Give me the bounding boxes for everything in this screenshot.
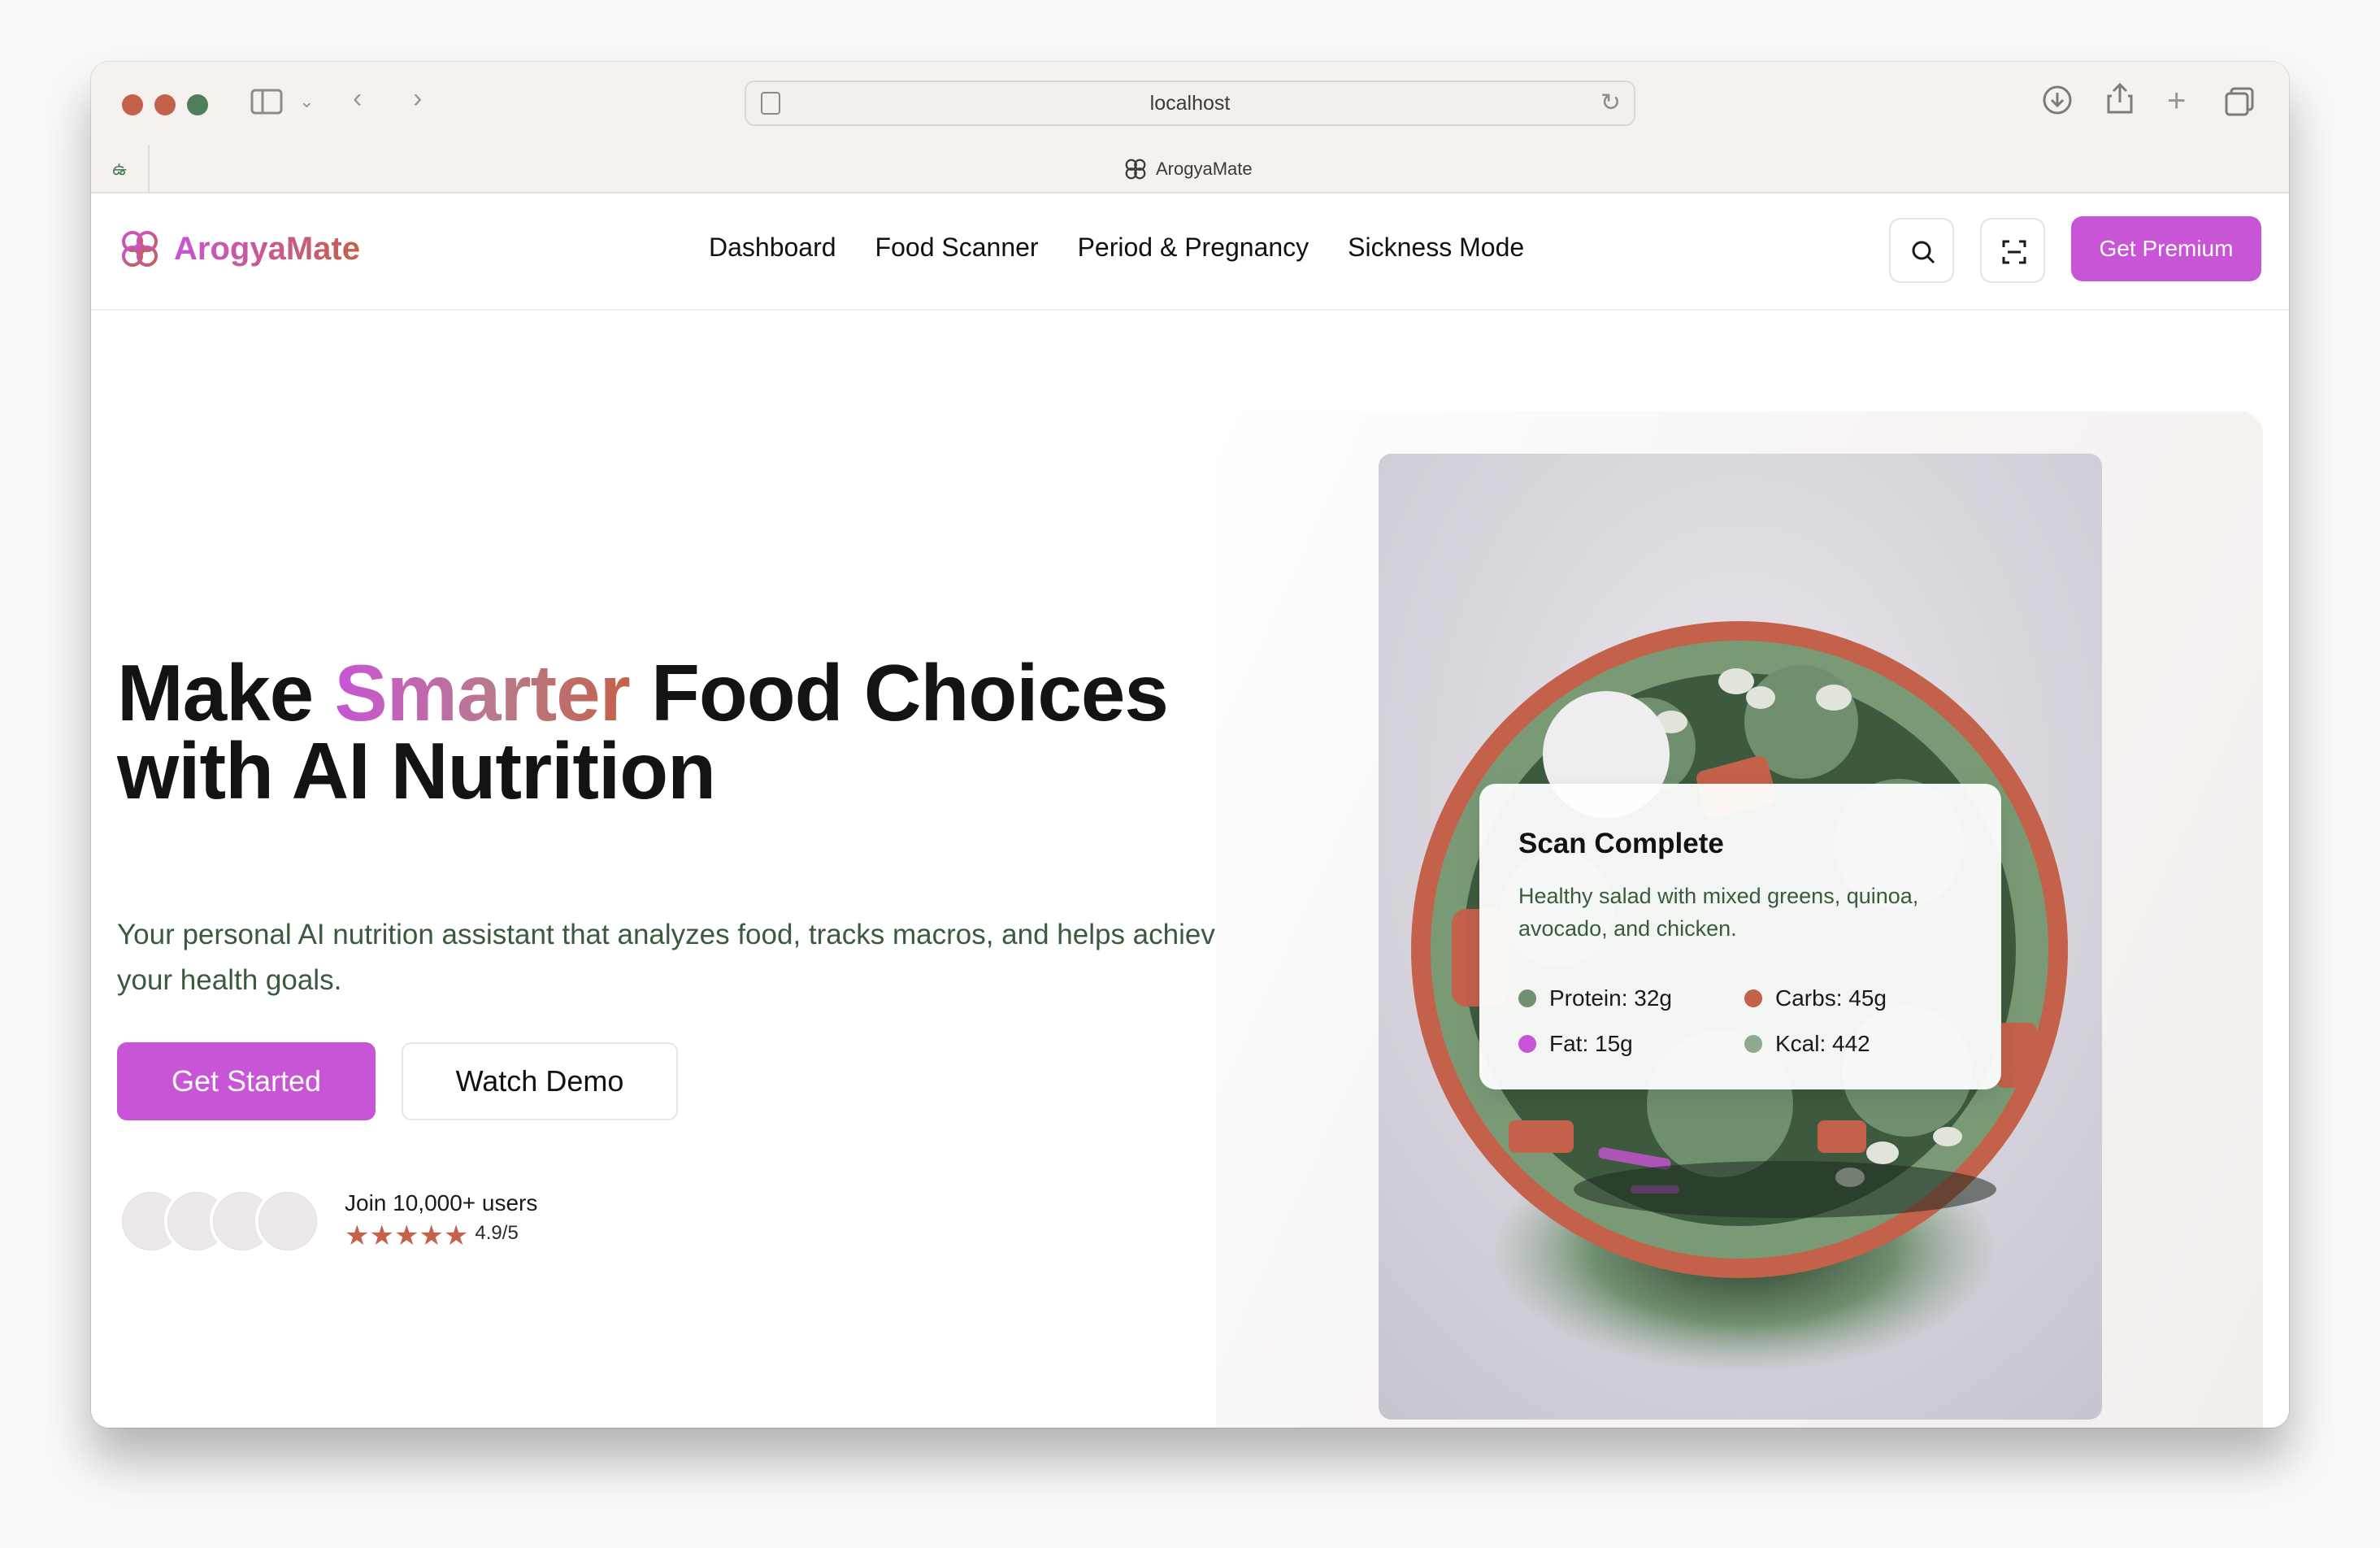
minimize-window-button[interactable]	[154, 94, 176, 115]
headline-line2: with AI Nutrition	[117, 726, 716, 815]
headline-highlight: Smarter	[334, 648, 630, 737]
star-rating-icon: ★★★★★	[345, 1220, 469, 1251]
nav-food-scanner[interactable]: Food Scanner	[875, 233, 1039, 263]
user-avatars	[119, 1189, 322, 1254]
tab-bar: ఉ ArogyaMate	[91, 145, 2289, 194]
chevron-down-icon[interactable]: ⌄	[299, 93, 314, 111]
kcal-dot-icon	[1744, 1035, 1762, 1053]
hero-subtitle: Your personal AI nutrition assistant tha…	[117, 919, 1231, 996]
sidebar-toggle-icon[interactable]	[250, 88, 283, 120]
macro-kcal-label: Kcal: 442	[1775, 1031, 1870, 1056]
active-tab[interactable]: ArogyaMate	[1123, 154, 1253, 184]
macro-kcal: Kcal: 442	[1744, 1031, 1870, 1057]
scan-icon	[2002, 240, 2026, 264]
brand-name: ArogyaMate	[174, 230, 360, 267]
main-nav: Dashboard Food Scanner Period & Pregnanc…	[709, 233, 1524, 263]
pinned-tab[interactable]: ఉ	[91, 145, 150, 194]
rating-value: 4.9/5	[475, 1222, 519, 1244]
fat-dot-icon	[1518, 1035, 1536, 1053]
macro-protein: Protein: 32g	[1518, 985, 1672, 1011]
browser-window: ⌄ ‹ › localhost ↻ + ఉ ArogyaMate ArogyaM…	[91, 62, 2289, 1428]
back-icon[interactable]: ‹	[353, 85, 362, 112]
social-proof-text: Join 10,000+ users	[345, 1190, 538, 1215]
macro-carbs: Carbs: 45g	[1744, 985, 1887, 1011]
download-icon[interactable]	[2042, 85, 2073, 120]
tab-favicon-icon	[1125, 159, 1146, 180]
website: ArogyaMate Dashboard Food Scanner Period…	[91, 194, 2289, 1428]
forward-icon[interactable]: ›	[413, 85, 422, 112]
tab-title: ArogyaMate	[1156, 159, 1253, 179]
scan-card-title: Scan Complete	[1518, 828, 1724, 859]
watch-demo-button[interactable]: Watch Demo	[402, 1042, 678, 1120]
browser-toolbar: ⌄ ‹ › localhost ↻ + ఉ ArogyaMate	[91, 62, 2289, 194]
share-icon[interactable]	[2105, 81, 2135, 120]
carbs-dot-icon	[1744, 989, 1762, 1007]
zoom-window-button[interactable]	[187, 94, 208, 115]
search-icon	[1912, 241, 1935, 264]
scan-button[interactable]	[1980, 218, 2045, 283]
macro-protein-label: Protein: 32g	[1549, 985, 1672, 1011]
macro-fat-label: Fat: 15g	[1549, 1031, 1633, 1056]
headline-part2: Food Choices	[629, 648, 1169, 737]
flower-logo-icon	[122, 231, 158, 267]
tab-overview-icon[interactable]	[2224, 86, 2255, 122]
protein-dot-icon	[1518, 989, 1536, 1007]
site-header: ArogyaMate Dashboard Food Scanner Period…	[91, 194, 2289, 311]
address-bar[interactable]: localhost ↻	[745, 80, 1635, 126]
close-window-button[interactable]	[122, 94, 143, 115]
avatar	[255, 1189, 320, 1254]
rating: ★★★★★ 4.9/5	[345, 1221, 519, 1250]
scan-result-card: Scan Complete Healthy salad with mixed g…	[1479, 784, 2001, 1089]
macro-fat: Fat: 15g	[1518, 1031, 1633, 1057]
get-started-button[interactable]: Get Started	[117, 1042, 376, 1120]
nav-period-pregnancy[interactable]: Period & Pregnancy	[1078, 233, 1309, 263]
page-settings-icon[interactable]	[761, 92, 780, 115]
get-premium-button[interactable]: Get Premium	[2071, 216, 2261, 281]
macro-carbs-label: Carbs: 45g	[1775, 985, 1887, 1011]
nav-dashboard[interactable]: Dashboard	[709, 233, 836, 263]
new-tab-icon[interactable]: +	[2167, 85, 2186, 117]
nav-sickness-mode[interactable]: Sickness Mode	[1348, 233, 1524, 263]
headline-part1: Make	[117, 648, 335, 737]
reload-icon[interactable]: ↻	[1600, 82, 1621, 124]
hero-headline: Make Smarter Food Choices with AI Nutrit…	[117, 653, 1169, 811]
search-button[interactable]	[1889, 218, 1954, 283]
window-controls	[122, 94, 208, 115]
scan-card-description: Healthy salad with mixed greens, quinoa,…	[1518, 884, 1919, 941]
url-text: localhost	[1149, 92, 1231, 115]
brand-logo[interactable]: ArogyaMate	[119, 228, 360, 270]
